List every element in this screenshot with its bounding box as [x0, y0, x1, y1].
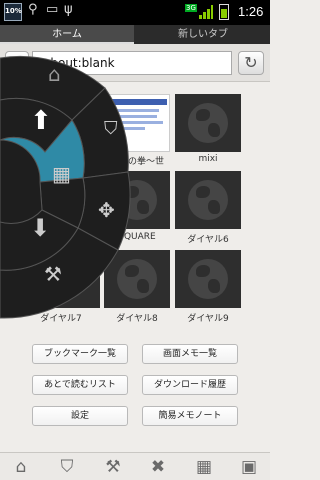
- tab-home[interactable]: ホーム: [0, 25, 134, 44]
- globe-icon: [117, 259, 157, 299]
- usb-debug-icon: ψ: [64, 2, 73, 17]
- home-icon[interactable]: ⌂: [8, 455, 34, 479]
- speed-dial-1[interactable]: [34, 94, 100, 152]
- url-bar: ☆ about:blank ↻: [0, 44, 270, 82]
- globe-icon: [47, 103, 87, 143]
- sd-card-icon: ▭: [46, 2, 59, 17]
- speed-dial-label-5: SQUARE: [118, 232, 156, 242]
- download-history-button[interactable]: ダウンロード履歴: [142, 375, 238, 395]
- battery-percent-icon: 10%: [4, 3, 22, 21]
- speed-dial-label-7: ダイヤル7: [40, 314, 82, 324]
- speed-dial-4[interactable]: [34, 171, 100, 229]
- tools-icon[interactable]: ⚒: [100, 455, 126, 479]
- screenshot-icon[interactable]: ▣: [236, 455, 262, 479]
- url-input[interactable]: about:blank: [32, 51, 232, 75]
- tab-bar: ホーム 新しいタブ: [0, 25, 270, 44]
- speed-dial-6[interactable]: [175, 171, 241, 229]
- speed-dial-3[interactable]: [175, 94, 241, 152]
- reload-icon: ↻: [244, 53, 258, 72]
- bookmark-list-button[interactable]: ブックマーク一覧: [32, 344, 128, 364]
- speed-dial-8[interactable]: [104, 250, 170, 308]
- quick-memo-button[interactable]: 簡易メモノート: [142, 406, 238, 426]
- globe-icon: [188, 180, 228, 220]
- speed-dial-9[interactable]: [175, 250, 241, 308]
- speed-dial-label-2: 北斗の拳〜世: [109, 157, 164, 167]
- network-type: 3G: [185, 4, 197, 12]
- globe-icon: [188, 259, 228, 299]
- clock: 1:26: [238, 4, 264, 19]
- speed-dial-5[interactable]: [104, 171, 170, 229]
- battery-percent-text: 10%: [5, 7, 22, 15]
- reload-button[interactable]: ↻: [238, 51, 264, 75]
- globe-icon: [47, 259, 87, 299]
- tab-new-tab[interactable]: 新しいタブ: [136, 25, 270, 44]
- add-bookmark-button[interactable]: ☆: [5, 51, 29, 75]
- usb-icon: ⚲: [28, 2, 38, 17]
- close-icon[interactable]: ✖: [145, 455, 171, 479]
- speed-dial-7[interactable]: [34, 250, 100, 308]
- settings-button[interactable]: 設定: [32, 406, 128, 426]
- grid-icon[interactable]: ▦: [191, 455, 217, 479]
- battery-icon: [219, 4, 229, 20]
- speed-dial-label-6: ダイヤル6: [187, 235, 229, 245]
- globe-icon: [188, 103, 228, 143]
- speed-dial-label-9: ダイヤル9: [187, 314, 229, 324]
- screen-memo-list-button[interactable]: 画面メモ一覧: [142, 344, 238, 364]
- status-bar: 10% ⚲ ▭ ψ 3G 1:26: [0, 0, 270, 25]
- signal-icon: [199, 5, 213, 19]
- star-icon: ☆: [9, 53, 25, 72]
- speed-dial-label-8: ダイヤル8: [116, 314, 158, 324]
- globe-icon: [117, 180, 157, 220]
- speed-dial-label-3: mixi: [198, 154, 218, 164]
- bottom-toolbar: ⌂ ⛉ ⚒ ✖ ▦ ▣: [0, 452, 270, 480]
- read-later-button[interactable]: あとで読むリスト: [32, 375, 128, 395]
- speed-dial-2[interactable]: [104, 94, 170, 152]
- globe-icon: [47, 180, 87, 220]
- bookmark-icon[interactable]: ⛉: [54, 455, 80, 479]
